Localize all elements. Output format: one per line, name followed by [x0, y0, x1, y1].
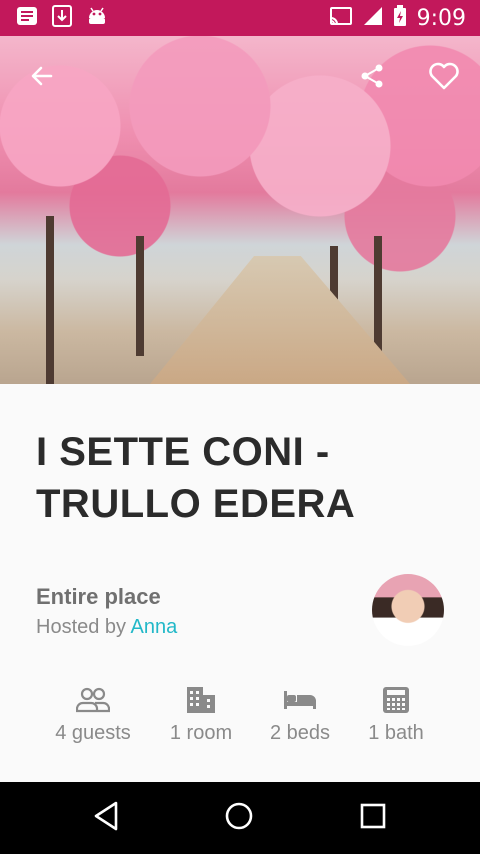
nav-home-icon — [224, 801, 254, 836]
back-button[interactable] — [24, 60, 60, 96]
cherry-blossom-trees — [0, 36, 480, 296]
signal-icon — [363, 6, 383, 31]
hosted-by: Hosted by Anna — [36, 616, 177, 639]
nav-back-icon — [92, 801, 120, 836]
share-button[interactable] — [354, 60, 390, 96]
amenity-guests: 4 guests — [33, 684, 153, 745]
tree-trunk — [46, 216, 54, 384]
listing-title: I SETTE CONI - TRULLO EDERA — [36, 430, 356, 526]
status-system: 9:09 — [329, 4, 480, 32]
favorite-button[interactable] — [426, 60, 462, 96]
amenity-label: 2 beds — [269, 722, 331, 744]
share-icon — [358, 62, 386, 95]
android-icon — [86, 6, 108, 31]
nav-home-button[interactable] — [223, 802, 255, 834]
amenity-label: 1 room — [169, 722, 233, 744]
nav-recents-icon — [359, 802, 387, 835]
battery-charging-icon — [393, 4, 407, 32]
status-bar: 9:09 — [0, 0, 480, 36]
heart-icon — [428, 62, 460, 95]
cast-icon — [329, 6, 353, 31]
status-notifications — [0, 4, 108, 32]
message-icon — [16, 6, 38, 31]
room-icon — [186, 684, 216, 716]
hosted-by-prefix: Hosted by — [36, 616, 131, 638]
host-avatar[interactable] — [372, 574, 444, 646]
place-type: Entire place — [36, 584, 161, 609]
nav-recents-button[interactable] — [357, 802, 389, 834]
bath-icon — [382, 684, 410, 716]
listing-details: I SETTE CONI - TRULLO EDERA Entire place… — [0, 384, 480, 782]
bed-icon — [283, 684, 317, 716]
amenity-label: 1 bath — [368, 722, 424, 744]
listing-photo[interactable] — [0, 36, 480, 384]
guests-icon — [76, 684, 110, 716]
back-arrow-icon — [29, 63, 55, 94]
clock: 9:09 — [416, 5, 466, 31]
download-icon — [52, 4, 72, 32]
system-nav-bar — [0, 782, 480, 854]
amenity-baths: 1 bath — [336, 684, 456, 745]
amenity-label: 4 guests — [55, 722, 131, 744]
host-name-link[interactable]: Anna — [131, 616, 178, 638]
nav-back-button[interactable] — [90, 801, 122, 836]
tree-trunk — [136, 236, 144, 356]
